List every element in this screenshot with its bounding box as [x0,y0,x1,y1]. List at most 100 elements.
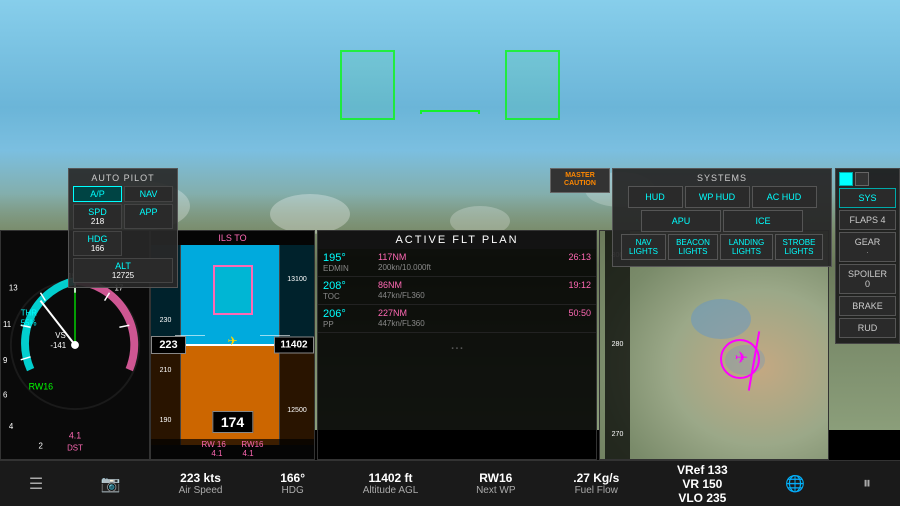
sys-right-button[interactable]: SYS [839,188,896,208]
svg-text:4: 4 [9,422,14,431]
svg-text:-141: -141 [50,341,66,350]
rud-button[interactable]: RUD [839,318,896,338]
wp-hud-button[interactable]: WP HUD [685,186,750,208]
fuelflow-stat: .27 Kg/s Fuel Flow [573,471,619,496]
ai-altitude-box: 11402 [274,337,314,354]
hud-box-right [505,50,560,120]
alt-button[interactable]: ALT12725 [73,258,173,283]
systems-row-1: HUD WP HUD AC HUD [617,186,827,208]
hud-button[interactable]: HUD [628,186,683,208]
svg-text:13: 13 [9,284,18,293]
altitude-value: 11402 ft [363,471,419,485]
right-icon-gray [855,172,869,186]
fp-wp-2: 86NM 447kn/FL360 [378,280,511,300]
ap-title: AUTO PILOT [73,173,173,183]
ai-runway-rect [213,265,253,315]
hud-center [420,110,480,114]
pitch-line-right [260,335,290,336]
gear-button[interactable]: GEAR· [839,232,896,262]
svg-text:11: 11 [3,320,11,329]
apu-button[interactable]: APU [641,210,721,232]
nav-button[interactable]: NAV [124,186,173,202]
flaps-button[interactable]: FLAPS 4 [839,210,896,230]
systems-row-2: APU ICE [617,210,827,232]
hud-bracket-top [420,110,480,114]
airspeed-label: Air Speed [179,485,223,496]
svg-text:RW16: RW16 [29,381,54,391]
nextwp-label: Next WP [476,485,515,496]
camera-icon[interactable]: 📷 [101,474,121,494]
hdg-label: HDG [280,485,305,496]
nav-lights-button[interactable]: NAVLIGHTS [621,234,666,260]
fp-wp-3: 227NM 447kn/FL360 [378,308,511,328]
airspeed-stat: 223 kts Air Speed [179,471,223,496]
autopilot-panel: AUTO PILOT A/P NAV SPD218 APP HDG166 ALT… [68,168,178,288]
altitude-stat: 11402 ft Altitude AGL [363,471,419,496]
svg-text:VS: VS [55,331,66,340]
hud-runway-boxes [340,50,560,120]
ai-footer: RW 16 RW16 4.1 4.1 [151,439,314,459]
globe-icon[interactable]: 🌐 [785,474,805,494]
fp-time-1: 26:13 [511,252,591,262]
fp-row-3: 206° PP 227NM 447kn/FL360 50:50 [318,305,596,333]
master-caution[interactable]: MASTERCAUTION [550,168,610,193]
vr-value: VR 150 [677,477,728,491]
right-icon-cyan [839,172,853,186]
svg-text:55%: 55% [21,318,37,327]
svg-text:9: 9 [3,356,7,365]
fp-time-2: 19:12 [511,280,591,290]
svg-text:2: 2 [38,442,42,451]
systems-row-3: NAVLIGHTS BEACONLIGHTS LANDINGLIGHTS STR… [617,234,827,260]
app-button[interactable]: APP [124,204,173,229]
fuelflow-label: Fuel Flow [573,485,619,496]
hdg-button[interactable]: HDG166 [73,231,122,256]
svg-text:6: 6 [3,390,8,399]
ai-speed-box: 223 [151,336,186,354]
svg-text:DST: DST [67,444,83,453]
hud-box-left [340,50,395,120]
right-panel: SYS FLAPS 4 GEAR· SPOILER0 BRAKE RUD [835,168,900,344]
svg-text:THR: THR [21,308,37,317]
spd-button[interactable]: SPD218 [73,204,122,229]
brake-button[interactable]: BRAKE [839,296,896,316]
nextwp-stat: RW16 Next WP [476,471,515,496]
ai-heading-box: 174 [212,411,253,433]
ap-button[interactable]: A/P [73,186,122,202]
ice-button[interactable]: ICE [723,210,803,232]
vref-value: VRef 133 [677,463,728,477]
pitch-line-left [175,335,205,336]
hdg-stat: 166° HDG [280,471,305,496]
hdg-value: 166° [280,471,305,485]
bottom-bar: ☰ 📷 223 kts Air Speed 166° HDG 11402 ft … [0,460,900,506]
ac-hud-button[interactable]: AC HUD [752,186,817,208]
master-caution-text: MASTERCAUTION [554,172,606,189]
flight-plan-panel: ACTIVE FLT PLAN 195° EDMIN 117NM 200kn/1… [317,230,597,460]
map-water-1 [691,299,751,339]
vref-stat: VRef 133 VR 150 VLO 235 [677,463,728,505]
strobe-lights-button[interactable]: STROBELIGHTS [775,234,823,260]
airspeed-value: 223 kts [179,471,223,485]
systems-title: SYSTEMS [617,173,827,183]
svg-text:4.1: 4.1 [69,431,81,441]
fp-header: ACTIVE FLT PLAN [318,231,596,249]
beacon-lights-button[interactable]: BEACONLIGHTS [668,234,718,260]
fp-wp-1: 117NM 200kn/10.000ft [378,252,511,272]
fp-dots: ... [318,333,596,357]
fp-row-2: 208° TOC 86NM 447kn/FL360 19:12 [318,277,596,305]
altitude-label: Altitude AGL [363,485,419,496]
right-panel-icons [839,172,896,186]
fp-deg-1: 195° EDMIN [323,252,378,273]
fp-time-3: 50:50 [511,308,591,318]
systems-panel: SYSTEMS HUD WP HUD AC HUD APU ICE NAVLIG… [612,168,832,267]
spoiler-button[interactable]: SPOILER0 [839,264,896,294]
fp-deg-3: 206° PP [323,308,378,329]
landing-lights-button[interactable]: LANDINGLIGHTS [720,234,773,260]
vlo-value: VLO 235 [677,491,728,505]
menu-icon[interactable]: ☰ [29,474,43,494]
snow-patch [270,194,350,234]
aircraft-symbol: ✈ [227,334,237,348]
pause-icon[interactable]: ⏸ [863,475,871,493]
nextwp-value: RW16 [476,471,515,485]
fp-deg-2: 208° TOC [323,280,378,301]
fuelflow-value: .27 Kg/s [573,471,619,485]
